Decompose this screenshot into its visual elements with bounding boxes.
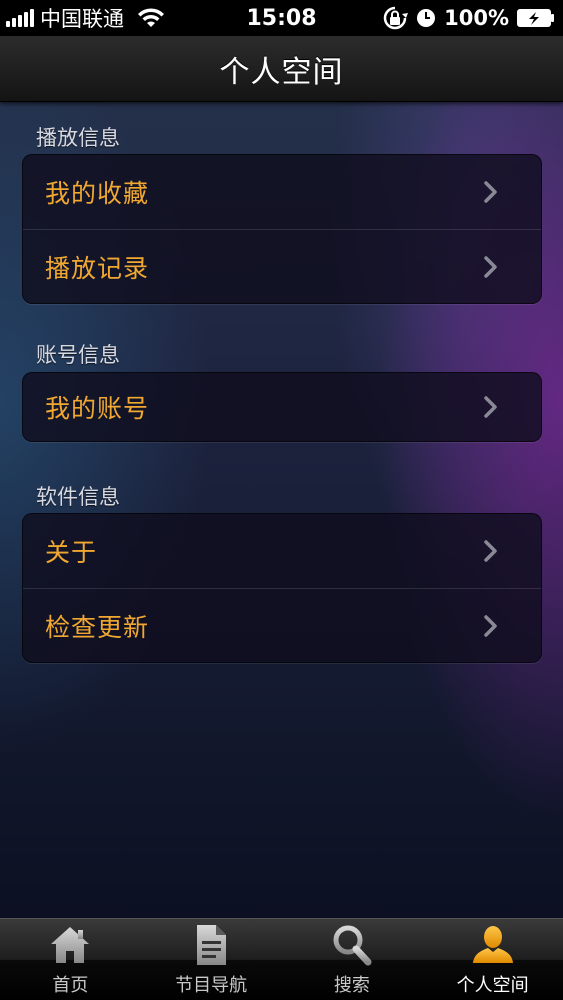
home-icon: [51, 927, 90, 963]
list-item-label: 播放记录: [45, 253, 150, 283]
settings-list[interactable]: 播放信息 我的收藏 播放记录 账号信息 我的账号 软件信息 关于 检查更新: [0, 102, 563, 918]
section-title-playback: 播放信息: [36, 126, 120, 150]
list-item-label: 我的收藏: [45, 179, 150, 208]
tab-label: 搜索: [333, 975, 370, 996]
group-account-info: 我的账号: [22, 372, 542, 442]
list-item-play-history[interactable]: 播放记录: [23, 229, 541, 303]
search-icon: [333, 925, 372, 966]
battery-percentage: 100%: [444, 6, 509, 30]
chevron-right-icon: [484, 396, 497, 418]
list-item-label: 关于: [45, 538, 98, 567]
list-item-check-update[interactable]: 检查更新: [23, 588, 541, 662]
person-icon: [472, 926, 513, 963]
tab-label: 节目导航: [175, 975, 248, 996]
document-icon: [197, 925, 227, 965]
list-item-label: 我的账号: [45, 394, 150, 423]
page-title: 个人空间: [219, 54, 344, 90]
carrier-name: 中国联通: [40, 7, 124, 31]
chevron-right-icon: [484, 540, 497, 562]
tab-label: 首页: [52, 975, 89, 996]
list-item-label: 检查更新: [45, 612, 150, 642]
list-item-about[interactable]: 关于: [23, 514, 541, 588]
group-software-info: 关于 检查更新: [22, 513, 542, 663]
tab-bar: 首页 节目导航 搜索 个人空间: [0, 918, 563, 1000]
chevron-right-icon: [484, 255, 497, 278]
status-bar: 中国联通 15:08 100%: [0, 0, 563, 36]
signal-strength-icon: [6, 9, 34, 27]
tab-program-guide[interactable]: 节目导航: [141, 919, 282, 1000]
tab-home[interactable]: 首页: [0, 919, 141, 1000]
section-title-software: 软件信息: [36, 485, 120, 509]
tab-search[interactable]: 搜索: [282, 919, 423, 1000]
rotation-lock-icon: [383, 6, 409, 30]
group-playback-info: 我的收藏 播放记录: [22, 154, 542, 304]
list-item-my-account[interactable]: 我的账号: [23, 373, 541, 441]
list-item-favorites[interactable]: 我的收藏: [23, 155, 541, 229]
section-title-account: 账号信息: [36, 343, 120, 367]
chevron-right-icon: [484, 614, 497, 637]
tab-label: 个人空间: [456, 975, 529, 996]
tab-personal-space[interactable]: 个人空间: [422, 919, 563, 1000]
alarm-clock-icon: [417, 9, 436, 27]
chevron-right-icon: [484, 181, 497, 203]
wifi-icon: [138, 8, 164, 27]
navigation-bar: 个人空间: [0, 36, 563, 102]
battery-charging-icon: [517, 9, 554, 27]
